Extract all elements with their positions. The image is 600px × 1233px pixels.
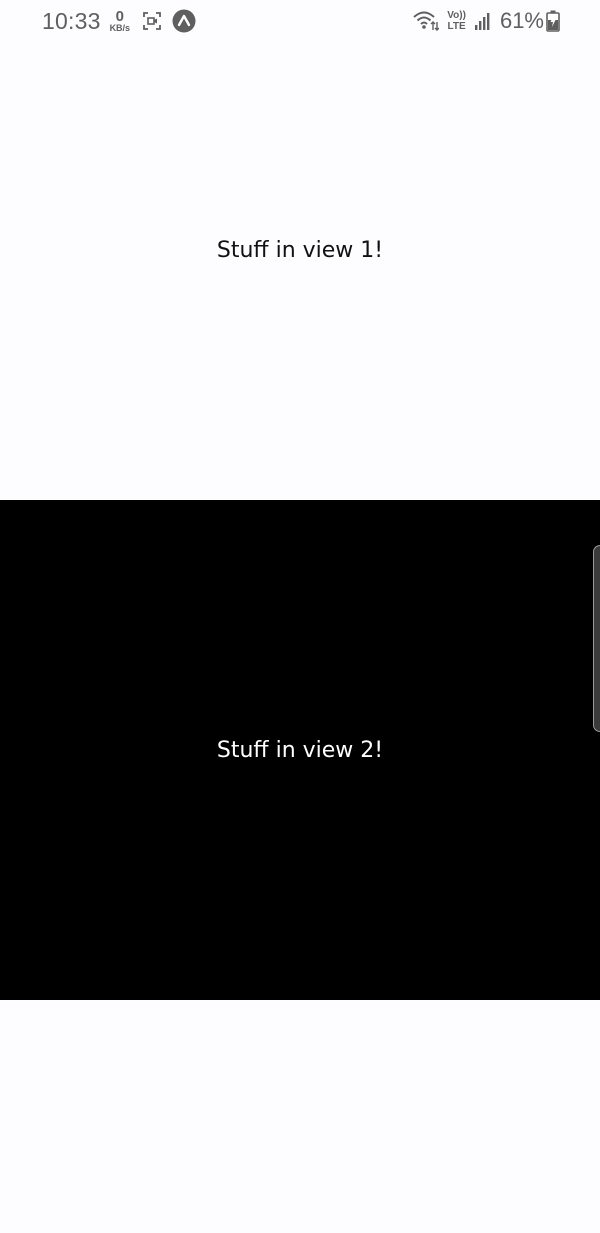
status-bar-right: Vo)) LTE 61%: [413, 6, 560, 36]
battery-charging-icon: [546, 10, 560, 32]
network-speed-indicator: 0 KB/s: [110, 9, 131, 33]
expo-icon: [172, 9, 196, 33]
screen-recorder-icon: [142, 11, 162, 31]
signal-icon: [474, 11, 492, 31]
network-speed-value: 0: [115, 8, 124, 25]
status-bar-left: 10:33 0 KB/s: [42, 6, 196, 36]
status-bar: 10:33 0 KB/s Vo)) LTE 61%: [0, 0, 600, 42]
volte-bottom-label: LTE: [447, 21, 466, 32]
wifi-icon: [413, 10, 440, 32]
app-screen: Stuff in view 1! Stuff in view 2! 10:33 …: [0, 0, 600, 1233]
view-1-text: Stuff in view 1!: [216, 237, 384, 263]
view-1: Stuff in view 1!: [0, 0, 600, 500]
view-2-text: Stuff in view 2!: [216, 737, 384, 763]
view-2: Stuff in view 2!: [0, 500, 600, 1000]
network-speed-unit: KB/s: [109, 23, 131, 33]
edge-panel-handle[interactable]: [593, 545, 600, 732]
volte-icon: Vo)) LTE: [447, 10, 466, 32]
battery-percent: 61%: [499, 8, 544, 33]
volte-top-label: Vo)): [447, 10, 466, 21]
clock: 10:33: [42, 8, 101, 34]
